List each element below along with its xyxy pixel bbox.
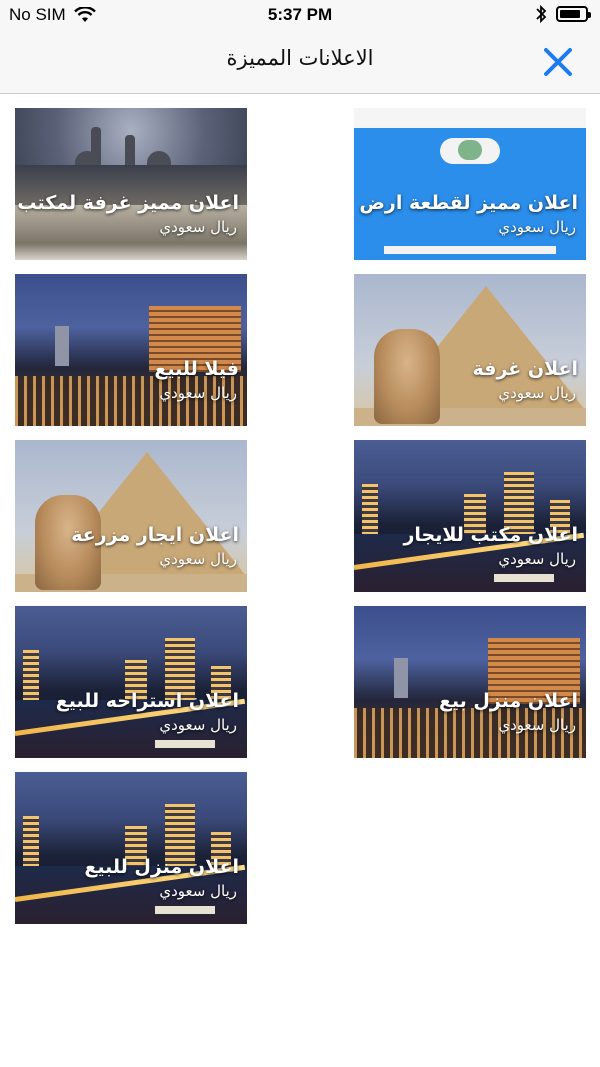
ad-price: ريال سعودي	[498, 716, 576, 734]
navigation-bar: الاعلانات المميزة	[0, 32, 600, 94]
close-icon	[544, 48, 572, 76]
ad-title: اعلان استراحه للبيع	[55, 690, 239, 712]
ad-price: ريال سعودي	[498, 218, 576, 236]
ad-card[interactable]: اعلان مكتب للايجار ريال سعودي	[354, 440, 586, 592]
ad-image	[354, 274, 586, 426]
ad-price: ريال سعودي	[159, 550, 237, 568]
ads-grid: اعلان مميز لقطعة ارض ريال سعودي اعلان مم…	[0, 94, 600, 1067]
ad-card[interactable]: اعلان مميز لقطعة ارض ريال سعودي	[354, 108, 586, 260]
ad-title: اعلان ايجار مزرعة	[71, 524, 239, 546]
ad-card[interactable]: اعلان ايجار مزرعة ريال سعودي	[15, 440, 247, 592]
ad-card[interactable]: اعلان منزل بيع ريال سعودي	[354, 606, 586, 758]
ad-title: اعلان منزل للبيع	[84, 856, 239, 878]
status-bar: No SIM 5:37 PM	[0, 0, 600, 32]
ad-price: ريال سعودي	[498, 384, 576, 402]
ad-image	[354, 440, 586, 592]
page-title: الاعلانات المميزة	[226, 46, 374, 70]
ad-price: ريال سعودي	[159, 882, 237, 900]
ad-card[interactable]: اعلان غرفة ريال سعودي	[354, 274, 586, 426]
ad-card[interactable]: فيلا للبيع ريال سعودي	[15, 274, 247, 426]
ad-card[interactable]: اعلان استراحه للبيع ريال سعودي	[15, 606, 247, 758]
ad-card[interactable]: اعلان مميز غرفة لمكتب ريال سعودي	[15, 108, 247, 260]
ad-image	[15, 606, 247, 758]
ad-title: اعلان مكتب للايجار	[403, 524, 578, 546]
ad-image	[354, 108, 586, 260]
ad-price: ريال سعودي	[159, 716, 237, 734]
battery-icon	[556, 6, 591, 22]
ad-title: فيلا للبيع	[154, 358, 239, 380]
status-time: 5:37 PM	[267, 5, 333, 24]
ad-price: ريال سعودي	[159, 218, 237, 236]
ad-card[interactable]: اعلان منزل للبيع ريال سعودي	[15, 772, 247, 924]
ad-title: اعلان مميز لقطعة ارض	[359, 192, 578, 214]
ad-image	[354, 606, 586, 758]
ad-image	[15, 440, 247, 592]
ad-price: ريال سعودي	[159, 384, 237, 402]
ad-image	[15, 772, 247, 924]
ad-title: اعلان منزل بيع	[438, 690, 578, 712]
ad-price: ريال سعودي	[498, 550, 576, 568]
bluetooth-icon	[536, 4, 547, 24]
status-right	[534, 4, 591, 24]
ad-image	[15, 108, 247, 260]
ad-title: اعلان غرفة	[472, 358, 578, 380]
battery-level	[560, 10, 580, 18]
ad-image	[15, 274, 247, 426]
ad-title: اعلان مميز غرفة لمكتب	[17, 192, 239, 214]
close-button[interactable]	[540, 44, 576, 80]
